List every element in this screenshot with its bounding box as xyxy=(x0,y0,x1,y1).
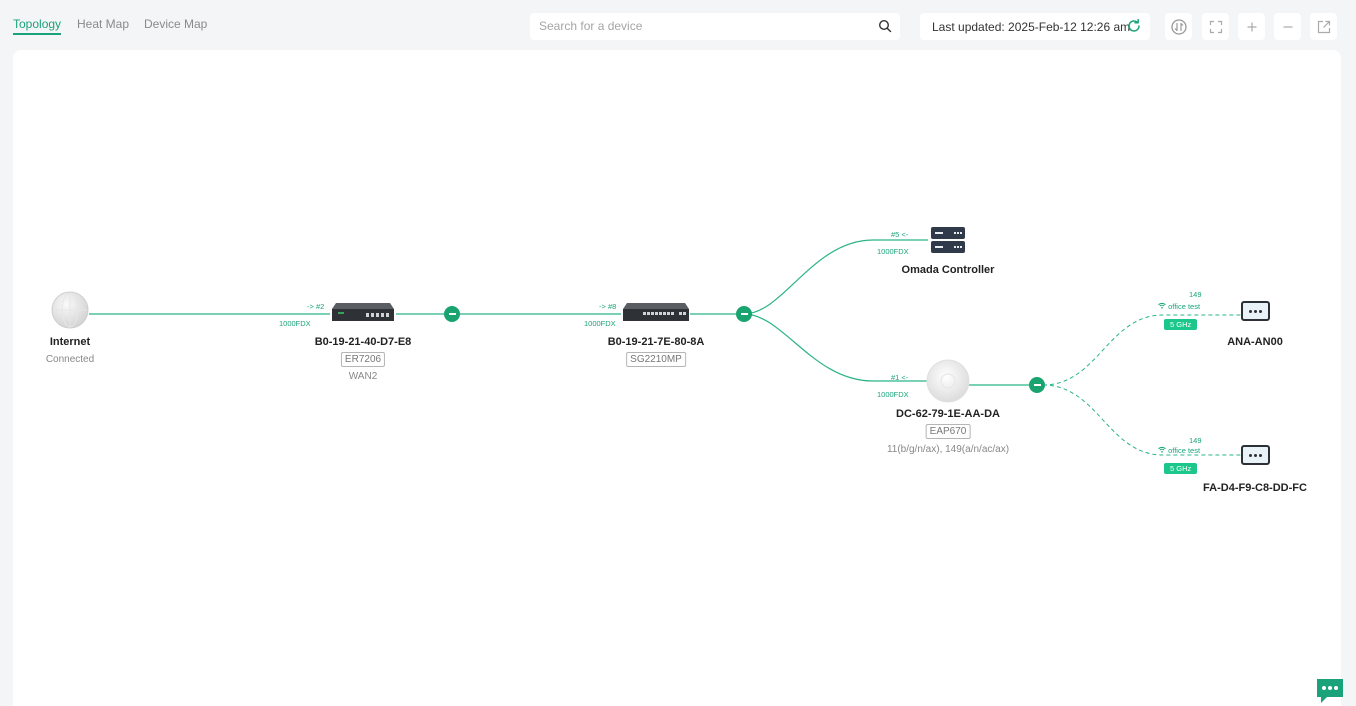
tab-device-map[interactable]: Device Map xyxy=(144,17,207,31)
controller-port: #5 <- xyxy=(891,230,909,239)
refresh-icon[interactable] xyxy=(1126,18,1142,37)
client2-ssid-row: office test xyxy=(1158,446,1200,455)
client-dot-icon xyxy=(1259,309,1262,313)
client1-node[interactable] xyxy=(1241,301,1270,321)
controller-name: Omada Controller xyxy=(901,264,995,276)
gateway-model: ER7206 xyxy=(340,352,386,367)
tab-heat-map[interactable]: Heat Map xyxy=(77,17,129,31)
link-switch-ap xyxy=(743,313,928,382)
switch-node[interactable] xyxy=(621,301,691,328)
switch-icon xyxy=(623,303,689,321)
client-dot-icon xyxy=(1254,309,1257,313)
client-dot-icon xyxy=(1259,453,1262,457)
controller-node[interactable] xyxy=(930,226,966,259)
switch-name: B0-19-21-7E-80-8A xyxy=(607,336,705,348)
ap-model: EAP670 xyxy=(925,424,971,439)
open-external-icon[interactable] xyxy=(1310,13,1337,40)
zoom-in-icon[interactable] xyxy=(1238,13,1265,40)
wireless-link-fa xyxy=(1042,384,1245,456)
switch-port: -> #8 xyxy=(599,302,617,311)
topology-links xyxy=(89,239,1245,456)
client1-ssid-row: office test xyxy=(1158,302,1200,311)
switch-speed: 1000FDX xyxy=(584,319,616,328)
zoom-out-icon[interactable] xyxy=(1274,13,1301,40)
tab-topology[interactable]: Topology xyxy=(13,17,62,35)
chat-icon[interactable] xyxy=(1315,677,1345,704)
controller-icon xyxy=(931,227,965,253)
search-icon[interactable] xyxy=(878,19,892,38)
gateway-port: -> #2 xyxy=(307,302,325,311)
collapse-gateway-button[interactable] xyxy=(444,306,460,322)
client1-channel: 149 xyxy=(1189,290,1202,299)
client2-node[interactable] xyxy=(1241,445,1270,465)
ap-name: DC-62-79-1E-AA-DA xyxy=(896,408,1000,420)
ap-channels: 11(b/g/n/ax), 149(a/n/ac/ax) xyxy=(886,444,1010,455)
ap-speed: 1000FDX xyxy=(877,390,909,399)
switch-model: SG2210MP xyxy=(626,352,686,367)
router-icon xyxy=(332,303,394,321)
client1-ssid: office test xyxy=(1168,302,1201,311)
internet-node[interactable] xyxy=(51,291,89,334)
client2-channel: 149 xyxy=(1189,436,1202,445)
gateway-extra: WAN2 xyxy=(348,371,378,382)
internet-status: Connected xyxy=(45,354,95,365)
top-bar: Topology Heat Map Device Map Last update… xyxy=(0,0,1356,50)
client-dot-icon xyxy=(1249,309,1252,313)
client-dot-icon xyxy=(1249,453,1252,457)
client2-band-badge: 5 GHz xyxy=(1164,463,1198,474)
client1-band-badge: 5 GHz xyxy=(1164,319,1198,330)
globe-icon xyxy=(51,291,89,329)
gateway-node[interactable] xyxy=(330,301,396,328)
collapse-switch-button[interactable] xyxy=(736,306,752,322)
gateway-name: B0-19-21-40-D7-E8 xyxy=(314,336,412,348)
fullscreen-icon[interactable] xyxy=(1202,13,1229,40)
collapse-ap-button[interactable] xyxy=(1029,377,1045,393)
ap-port: #1 <- xyxy=(891,373,909,382)
wifi-icon xyxy=(1158,302,1166,309)
network-speed-icon[interactable] xyxy=(1165,13,1192,40)
gateway-speed: 1000FDX xyxy=(279,319,311,328)
topology-canvas[interactable]: Internet Connected -> #2 1000FDX B0-19-2… xyxy=(13,50,1341,706)
search-input[interactable] xyxy=(539,19,869,33)
search-box xyxy=(530,13,900,40)
internet-name: Internet xyxy=(49,336,91,348)
ap-node[interactable] xyxy=(926,359,970,408)
wireless-link-ana xyxy=(1042,314,1245,386)
controller-speed: 1000FDX xyxy=(877,247,909,256)
client-dot-icon xyxy=(1254,453,1257,457)
client1-name: ANA-AN00 xyxy=(1227,336,1283,348)
last-updated: Last updated: 2025-Feb-12 12:26 am xyxy=(920,13,1150,40)
client2-name: FA-D4-F9-C8-DD-FC xyxy=(1203,482,1307,494)
client2-ssid: office test xyxy=(1168,446,1201,455)
last-updated-text: Last updated: 2025-Feb-12 12:26 am xyxy=(932,20,1131,34)
wifi-icon xyxy=(1158,446,1166,453)
access-point-icon xyxy=(926,359,970,403)
